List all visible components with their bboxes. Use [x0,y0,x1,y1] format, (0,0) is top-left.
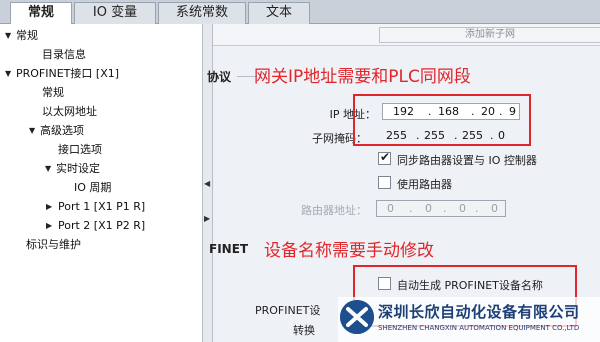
octet-separator: . [443,202,447,215]
collapse-arrow-icon[interactable]: ▼ [45,160,51,178]
collapse-arrow-icon[interactable]: ▼ [5,65,11,83]
router-octet-1: 0 [387,202,394,215]
converted-name-label: 转换 [293,324,315,337]
tab-texts[interactable]: 文本 [248,2,310,24]
router-octet-2: 0 [425,202,432,215]
tab-bar: 常规 IO 变量 系统常数 文本 [0,0,600,25]
tree-item-general[interactable]: 常规 [16,27,38,45]
expand-arrow-icon[interactable]: ▶ [46,217,52,235]
add-subnet-button[interactable]: 添加新子网 [379,27,600,43]
octet-separator: . [409,202,413,215]
subnet-mask-label: 子网掩码： [312,132,367,145]
check-icon: ✔ [380,150,391,164]
tree-item-pn-general[interactable]: 常规 [42,84,64,102]
use-router-label: 使用路由器 [397,178,452,191]
section-header-protocol: 协议 [207,70,232,84]
annotation-name-note: 设备名称需要手动修改 [264,241,434,261]
tree-item-ethernet-addresses[interactable]: 以太网地址 [42,103,97,121]
router-address-label: 路由器地址： [301,204,367,217]
tree-item-advanced-options[interactable]: 高级选项 [40,122,84,140]
router-address-field[interactable]: 0 . 0 . 0 . 0 [376,200,506,217]
tree-item-identification[interactable]: 标识与维护 [26,236,81,254]
company-watermark: 深圳长欣自动化设备有限公司 SHENZHEN CHANGXIN AUTOMATI… [338,297,600,342]
collapse-left-icon[interactable]: ◀ [204,179,210,188]
tree-item-profinet-interface[interactable]: PROFINET接口 [X1] [16,65,119,83]
use-router-checkbox[interactable] [378,176,391,189]
collapse-arrow-icon[interactable]: ▼ [5,27,11,45]
sync-router-label: 同步路由器设置与 IO 控制器 [397,154,537,167]
company-name-en: SHENZHEN CHANGXIN AUTOMATION EQUIPMENT C… [378,324,580,332]
properties-pane: 添加新子网 协议 网关IP地址需要和PLC同网段 IP 地址： 192 . 16… [207,24,600,342]
navigation-tree: ▼ 常规 目录信息 ▼ PROFINET接口 [X1] 常规 以太网地址 ▼ 高… [0,24,203,342]
profinet-device-name-label: PROFINET设 [255,304,321,317]
highlight-ip-box [353,94,531,146]
tree-item-io-cycle[interactable]: IO 周期 [74,179,111,197]
tab-general[interactable]: 常规 [10,2,72,25]
router-octet-4: 0 [491,202,498,215]
tab-system-constants[interactable]: 系统常数 [158,2,246,24]
company-name-cn: 深圳长欣自动化设备有限公司 [378,303,580,321]
tree-item-catalog-info[interactable]: 目录信息 [42,46,86,64]
subnet-strip: 添加新子网 [213,24,600,46]
tree-item-realtime-settings[interactable]: 实时设定 [56,160,100,178]
ip-address-label: IP 地址： [329,108,376,121]
sync-router-checkbox[interactable]: ✔ [378,150,391,165]
section-header-profinet: FINET [209,242,249,256]
octet-separator: . [475,202,479,215]
router-octet-3: 0 [459,202,466,215]
annotation-ip-note: 网关IP地址需要和PLC同网段 [254,67,471,87]
tab-io-variables[interactable]: IO 变量 [74,2,156,24]
collapse-arrow-icon[interactable]: ▼ [29,122,35,140]
company-logo-icon [340,300,374,334]
tree-item-port1[interactable]: Port 1 [X1 P1 R] [58,198,145,216]
tree-item-interface-options[interactable]: 接口选项 [58,141,102,159]
tree-item-port2[interactable]: Port 2 [X1 P2 R] [58,217,145,235]
expand-arrow-icon[interactable]: ▶ [46,198,52,216]
